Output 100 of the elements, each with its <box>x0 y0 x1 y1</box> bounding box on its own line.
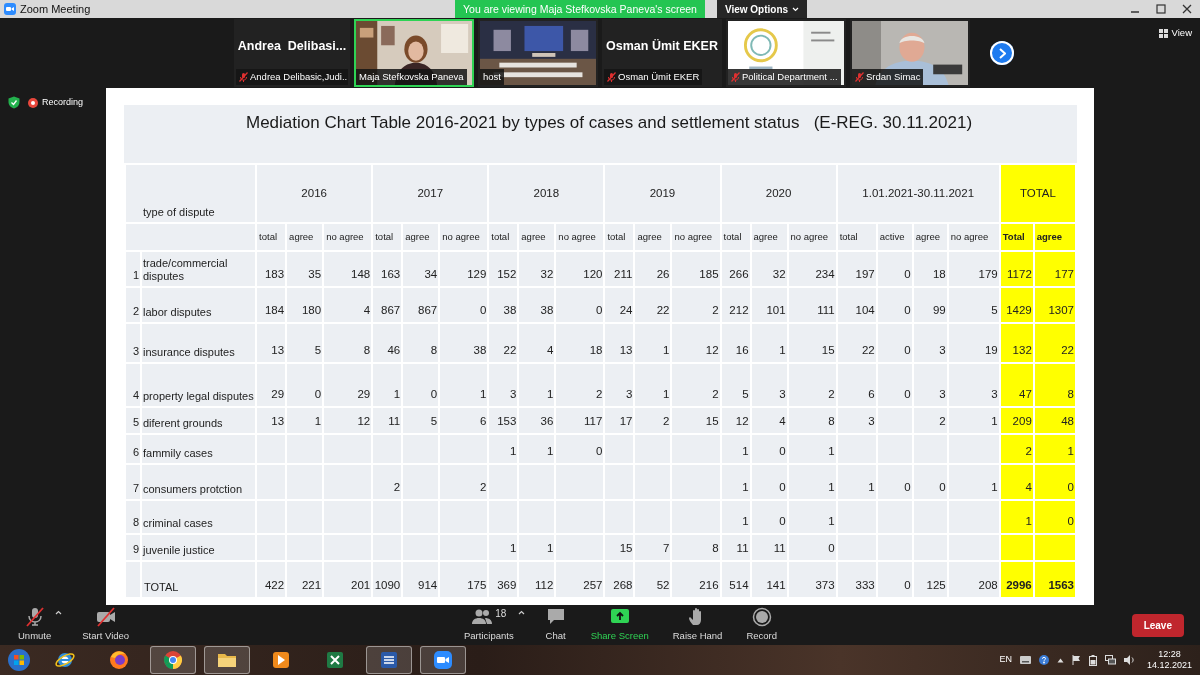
table-cell: 1 <box>372 363 403 407</box>
network-icon[interactable] <box>1104 655 1116 665</box>
table-cell: 0 <box>286 363 324 407</box>
video-tile[interactable]: host <box>478 19 598 87</box>
participant-name: Maja Stefkovska Paneva <box>359 69 464 84</box>
video-tile[interactable]: Political Department ... <box>726 19 846 87</box>
play-icon <box>270 649 292 671</box>
column-header: total <box>372 223 403 251</box>
view-options-button[interactable]: View Options <box>716 0 808 18</box>
next-page-button[interactable] <box>990 41 1014 65</box>
table-cell: 120 <box>555 251 605 287</box>
keyboard-icon[interactable] <box>1019 656 1031 664</box>
table-cell: 8 <box>323 323 373 363</box>
taskbar-app-button[interactable] <box>150 646 196 674</box>
table-cell: 185 <box>671 251 721 287</box>
close-icon[interactable] <box>1182 4 1192 14</box>
table-cell: 12 <box>323 407 373 434</box>
column-header: total <box>604 223 635 251</box>
table-cell: 221 <box>286 561 324 598</box>
table-cell: 112 <box>518 561 556 598</box>
table-cell: 13 <box>604 323 635 363</box>
participants-button[interactable]: 18 Participants <box>460 604 518 646</box>
video-tile[interactable]: Osman Ümit EKER Osman Ümit EKER <box>602 19 722 87</box>
row-number: 6 <box>125 434 141 464</box>
table-cell: 179 <box>947 251 1000 287</box>
flag-icon[interactable] <box>1071 655 1081 665</box>
slide-title: Mediation Chart Table 2016-2021 by types of cases and settlement status (E-REG. 30.11.2021) <box>245 112 974 134</box>
maximize-icon[interactable] <box>1156 4 1166 14</box>
table-cell: 2 <box>787 363 837 407</box>
row-number: 3 <box>125 323 141 363</box>
clock-date[interactable]: 14.12.2021 <box>1146 660 1192 671</box>
table-cell: 1563 <box>1033 561 1076 598</box>
row-number: 5 <box>125 407 141 434</box>
table-cell: 111 <box>787 287 837 323</box>
caret-icon[interactable] <box>1056 657 1064 663</box>
table-cell: 129 <box>439 251 489 287</box>
leave-button[interactable]: Leave <box>1131 613 1184 637</box>
video-tile[interactable]: Maja Stefkovska Paneva <box>354 19 474 87</box>
participant-name: Political Department ... <box>742 69 838 84</box>
video-camera-icon <box>432 649 454 671</box>
table-cell: 3 <box>947 363 1000 407</box>
share-screen-button[interactable]: Share Screen <box>586 604 653 646</box>
taskbar-app-button[interactable] <box>204 646 250 674</box>
table-cell: 5 <box>947 287 1000 323</box>
document-icon <box>378 649 400 671</box>
table-cell: 15 <box>671 407 721 434</box>
table-cell: 117 <box>555 407 605 434</box>
table-cell: 1 <box>836 464 877 500</box>
taskbar-app-button[interactable] <box>366 646 412 674</box>
column-header: 1.01.2021-30.11.2021 <box>836 164 1000 223</box>
table-cell: 125 <box>912 561 948 598</box>
table-cell: 22 <box>488 323 519 363</box>
table-cell: 13 <box>256 323 287 363</box>
grid-icon <box>1158 28 1168 38</box>
clock-time[interactable]: 12:28 <box>1146 649 1192 660</box>
table-cell: 3 <box>488 363 519 407</box>
table-cell: 211 <box>604 251 635 287</box>
menu-caret-button[interactable] <box>517 610 525 616</box>
table-cell: 1 <box>787 500 837 534</box>
browser-icon <box>108 649 130 671</box>
table-cell: 12 <box>671 323 721 363</box>
table-cell: 34 <box>402 251 440 287</box>
table-cell: 1 <box>787 464 837 500</box>
table-cell: 212 <box>720 287 751 323</box>
raise-hand-button[interactable]: Raise Hand <box>668 604 727 646</box>
table-cell: 3 <box>836 407 877 434</box>
table-cell: 2 <box>439 464 489 500</box>
table-cell: 0 <box>787 534 837 561</box>
row-number: 2 <box>125 287 141 323</box>
table-cell: 0 <box>750 434 788 464</box>
table-cell: 184 <box>256 287 287 323</box>
table-cell: 22 <box>836 323 877 363</box>
speaker-icon[interactable] <box>1123 655 1135 665</box>
view-button[interactable]: View <box>1158 26 1192 41</box>
help-icon[interactable] <box>1038 655 1049 665</box>
zoom-logo-icon <box>4 3 16 15</box>
start-video-button[interactable]: Start Video <box>78 604 134 646</box>
unmute-button[interactable]: Unmute <box>14 604 56 646</box>
table-cell: 99 <box>912 287 948 323</box>
column-header: agree <box>402 223 440 251</box>
participant-display-name: Osman Ümit EKER <box>606 39 718 54</box>
language-indicator[interactable]: EN <box>999 653 1012 667</box>
menu-caret-button[interactable] <box>55 610 63 616</box>
table-cell: 141 <box>750 561 788 598</box>
column-header: type of dispute <box>125 164 257 223</box>
table-cell: 177 <box>1033 251 1076 287</box>
caret-icon <box>55 610 63 616</box>
table-cell: 1 <box>634 363 672 407</box>
taskbar-app-button[interactable] <box>420 646 466 674</box>
table-cell: 0 <box>555 434 605 464</box>
battery-icon[interactable] <box>1088 654 1097 666</box>
video-tile[interactable]: Srdan Simac <box>850 19 970 87</box>
table-cell: 268 <box>604 561 635 598</box>
table-cell: 1 <box>720 500 751 534</box>
chat-button[interactable]: Chat <box>540 604 571 646</box>
record-button[interactable]: Record <box>742 604 781 646</box>
table-cell: 15 <box>604 534 635 561</box>
table-cell: 18 <box>912 251 948 287</box>
table-cell: 2 <box>671 287 721 323</box>
table-cell: 38 <box>488 287 519 323</box>
